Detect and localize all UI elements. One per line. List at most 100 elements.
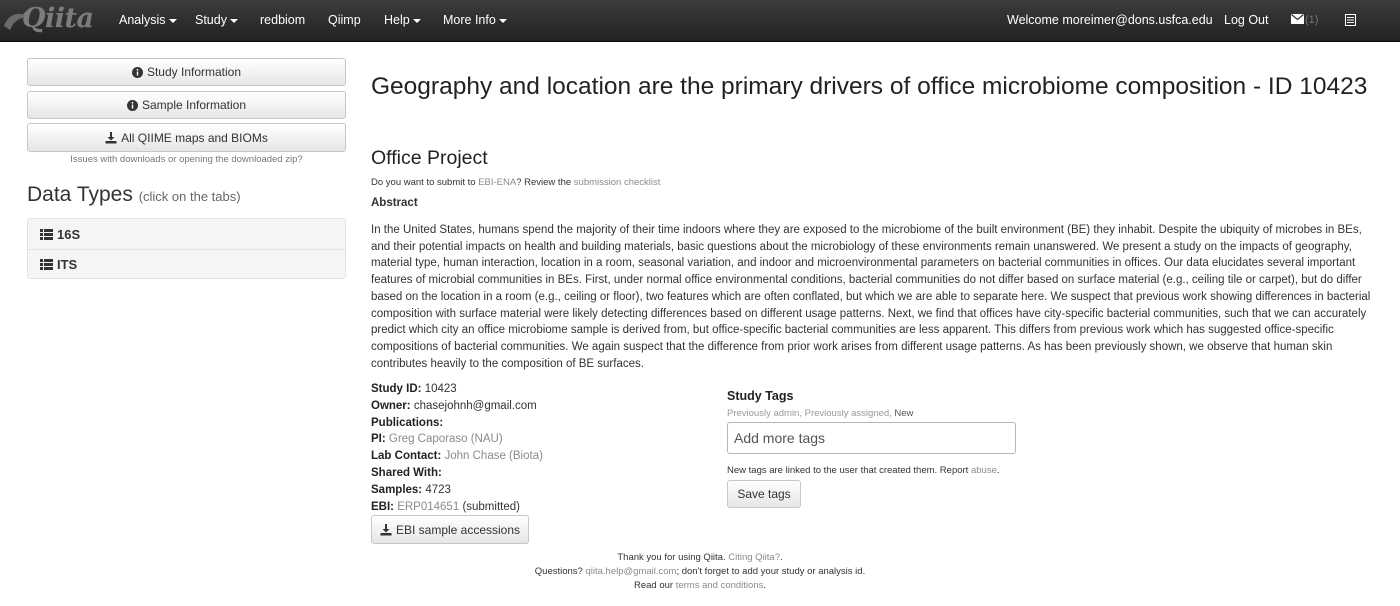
sample-information-button[interactable]: Sample Information [27,91,346,119]
ebi-row: EBI: ERP014651 (submitted) [371,499,543,516]
data-types-heading: Data Types (click on the tabs) [27,183,241,207]
tags-note-end: . [996,465,1000,476]
pi-link[interactable]: Greg Caporaso (NAU) [389,433,503,445]
nav-more-info-label: More Info [443,13,496,27]
nav-qiimp[interactable]: Qiimp [328,0,361,40]
ebi-prompt-text: Do you want to submit to [371,177,479,188]
sample-information-label: Sample Information [141,98,247,112]
publications-row: Publications: [371,415,543,432]
qiita-logo[interactable]: Qiita [0,0,100,40]
field-label: Publications: [371,416,444,429]
list-icon[interactable] [1345,14,1356,26]
ebi-accession-link[interactable]: ERP014651 [397,501,459,513]
footer: Thank you for using Qiita. Citing Qiita?… [440,551,960,593]
field-label: Study ID: [371,383,422,395]
ebi-submit-prompt: Do you want to submit to EBI-ENA? Review… [371,177,660,188]
message-count: (1) [1305,14,1319,26]
field-label: PI: [371,433,386,446]
shared-with-row: Shared With: [371,465,543,482]
welcome-user-link[interactable]: Welcome moreimer@dons.usfca.edu [1007,0,1213,40]
citing-qiita-link[interactable]: Citing Qiita? [728,552,780,563]
tag-legend: Previously admin, Previously assigned, N… [727,408,914,419]
samples-row: Samples: 4723 [371,482,543,499]
nav-analysis[interactable]: Analysis [119,0,177,40]
tag-legend-new: New [894,408,914,419]
pi-row: PI: Greg Caporaso (NAU) [371,431,543,448]
nav-analysis-label: Analysis [119,13,166,27]
footer-thanks-line: Thank you for using Qiita. Citing Qiita?… [440,551,960,565]
ebi-sample-accessions-button[interactable]: EBI sample accessions [371,515,529,544]
ebi-prompt-text-2: ? Review the [516,177,574,188]
study-alias: Office Project [371,147,488,169]
data-type-tab-16s[interactable]: 16S [28,219,345,249]
nav-more-info[interactable]: More Info [443,0,507,40]
envelope-icon[interactable] [1291,14,1304,24]
nav-qiimp-label: Qiimp [328,13,361,27]
footer-terms-end: . [763,580,767,591]
info-icon [126,99,138,111]
data-type-label: 16S [57,226,81,242]
info-icon [131,66,143,78]
nav-redbiom[interactable]: redbiom [260,0,305,40]
help-email-link[interactable]: qiita.help@gmail.com [585,566,676,577]
ebi-sample-accessions-label: EBI sample accessions [395,522,521,537]
field-label: Samples: [371,483,423,496]
footer-thanks: Thank you for using Qiita. [617,552,729,563]
submission-checklist-link[interactable]: submission checklist [574,177,661,188]
download-all-label: All QIIME maps and BIOMs [121,130,268,145]
nav-study[interactable]: Study [195,0,238,40]
download-icon [380,523,392,535]
data-type-label: ITS [57,257,78,272]
top-navbar: Qiita Analysis Study redbiom Qiimp Help … [0,0,1400,42]
footer-questions-line: Questions? qiita.help@gmail.com; don't f… [440,565,960,579]
data-types-hint: (click on the tabs) [138,189,241,204]
list-icon [40,259,53,270]
abstract-heading: Abstract [371,197,418,209]
footer-citing-end: . [780,552,783,563]
study-details: Study ID: 10423 Owner: chasejohnh@gmail.… [371,381,543,515]
study-id-row: Study ID: 10423 [371,381,543,398]
logout-link[interactable]: Log Out [1224,0,1268,40]
owner-row: Owner: chasejohnh@gmail.com [371,398,543,415]
caret-down-icon [229,18,238,23]
footer-questions-end: ; don't forget to add your study or anal… [676,566,866,577]
field-label: Lab Contact: [371,450,442,463]
tag-legend-assigned: Previously assigned [804,408,890,419]
nav-help[interactable]: Help [384,0,421,40]
footer-questions: Questions? [534,566,586,577]
tags-note-text: New tags are linked to the user that cre… [727,465,971,476]
list-icon [40,228,53,240]
nav-help-label: Help [384,13,410,27]
ebi-ena-link[interactable]: EBI-ENA [478,177,516,188]
terms-link[interactable]: terms and conditions [676,580,764,591]
download-all-button[interactable]: All QIIME maps and BIOMs [27,123,346,152]
study-information-button[interactable]: Study Information [27,58,346,86]
caret-down-icon [412,18,421,23]
samples-value: 4723 [425,483,451,496]
study-tags-heading: Study Tags [727,389,794,403]
ebi-status: (submitted) [462,500,520,513]
brand-name: Qiita [22,3,94,34]
lab-contact-row: Lab Contact: John Chase (Biota) [371,448,543,465]
footer-read-our: Read our [633,580,676,591]
study-id-value: 10423 [424,383,457,395]
footer-terms-line: Read our terms and conditions. [440,579,960,593]
tag-legend-admin: Previously admin [727,408,800,419]
field-label: Owner: [371,399,411,412]
owner-value: chasejohnh@gmail.com [413,399,537,412]
download-icon [105,131,117,143]
nav-study-label: Study [195,13,227,27]
caret-down-icon [168,18,177,23]
nav-redbiom-label: redbiom [260,13,306,27]
field-label: EBI: [371,500,394,513]
abstract-text: In the United States, humans spend the m… [371,224,1371,370]
add-tags-input[interactable] [727,422,1016,454]
lab-contact-link[interactable]: John Chase (Biota) [444,450,542,462]
data-type-tab-its[interactable]: ITS [28,249,345,279]
field-label: Shared With: [371,466,442,479]
save-tags-button[interactable]: Save tags [727,480,801,508]
report-abuse-link[interactable]: abuse [971,465,997,476]
tags-note: New tags are linked to the user that cre… [727,465,1000,476]
download-issues-note[interactable]: Issues with downloads or opening the dow… [27,154,346,165]
page-title: Geography and location are the primary d… [371,73,1368,100]
